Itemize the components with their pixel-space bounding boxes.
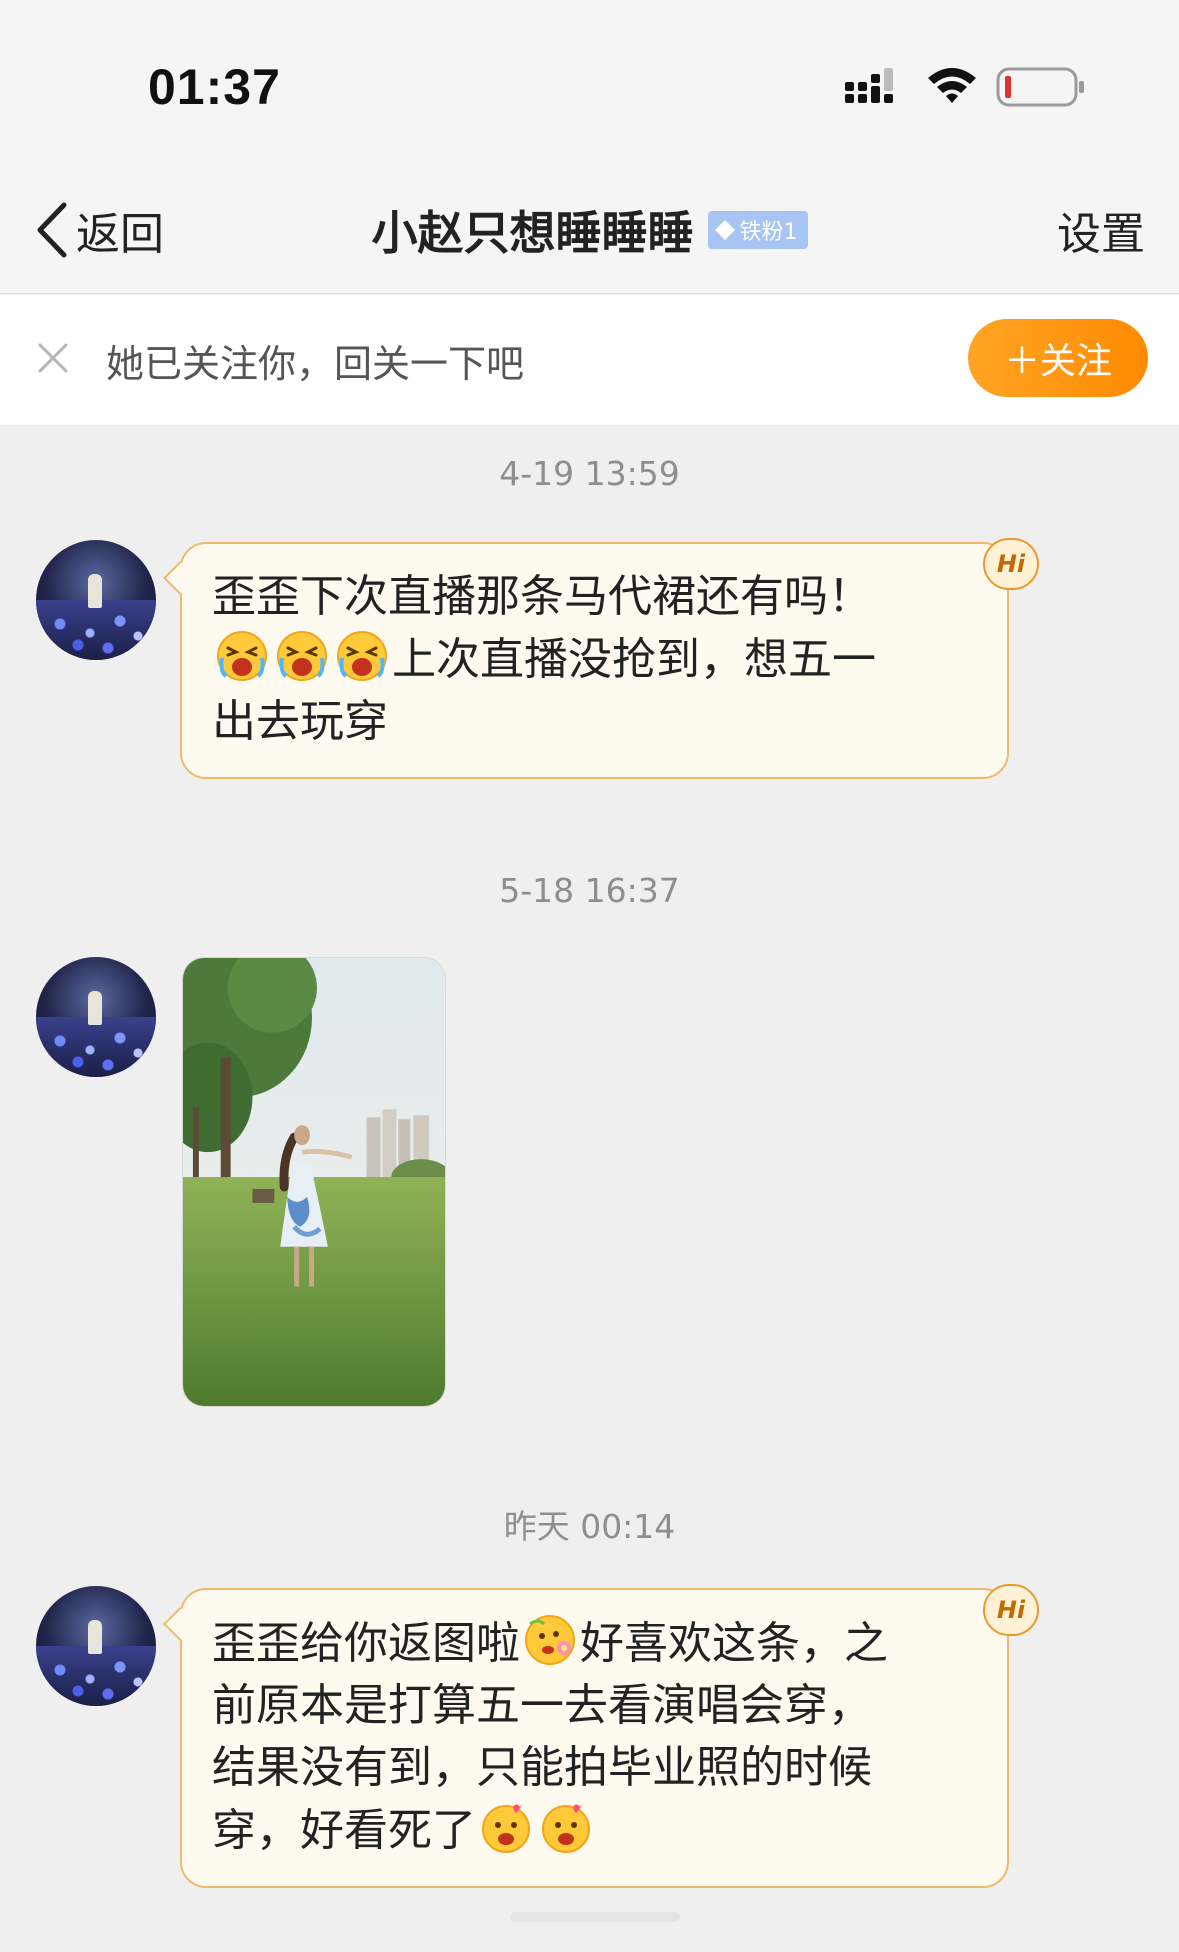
home-indicator	[510, 1912, 680, 1922]
avatar-crowd	[36, 600, 156, 660]
hi-badge: Hi	[983, 1584, 1039, 1636]
nav-bar: 返回 小赵只想睡睡睡 铁粉1 设置	[0, 160, 1179, 294]
avatar-crowd	[36, 1646, 156, 1706]
hi-badge: Hi	[983, 538, 1039, 590]
close-icon[interactable]	[36, 341, 70, 375]
fan-level-badge: 铁粉1	[707, 211, 808, 249]
message-text: 穿，好看死了	[212, 1805, 476, 1856]
message-line: 歪歪下次直播那条马代裙还有吗！	[212, 571, 872, 622]
chat-title: 小赵只想睡睡睡	[371, 206, 694, 260]
wifi-icon	[928, 68, 976, 103]
message-timestamp: 5-18 16:37	[499, 871, 680, 910]
avatar-figure	[88, 574, 102, 608]
message-text: 歪歪给你返图啦	[212, 1618, 520, 1669]
message-line: 上次直播没抢到，想五一	[212, 628, 977, 691]
heart-eyes-face-icon	[482, 1804, 530, 1853]
settings-button[interactable]: 设置	[1057, 200, 1145, 260]
bubble-tail	[163, 561, 197, 595]
message-text: 上次直播没抢到，想五一	[392, 634, 876, 685]
message-bubble[interactable]: Hi 歪歪给你返图啦 好喜欢这条，之 前原本是打算五一去看演唱会穿， 结果没有到…	[163, 1584, 1039, 1888]
message-line: 结果没有到，只能拍毕业照的时候	[212, 1742, 872, 1793]
avatar[interactable]	[36, 957, 156, 1077]
message-bubble[interactable]: Hi 歪歪下次直播那条马代裙还有吗！ 上次直播没抢到，想五一 出去玩穿	[163, 538, 1039, 779]
crying-face-icon	[277, 631, 327, 681]
bubble-tail	[163, 1607, 197, 1641]
flower-blush-icon	[525, 1615, 575, 1665]
message-text: 好喜欢这条，之	[580, 1618, 888, 1669]
message-timestamp: 4-19 13:59	[499, 454, 680, 493]
avatar-figure	[88, 1620, 102, 1654]
nav-title-group: 小赵只想睡睡睡 铁粉1	[0, 200, 1179, 260]
avatar[interactable]	[36, 540, 156, 660]
fan-badge-label: 铁粉1	[739, 220, 798, 245]
message-line: 歪歪给你返图啦 好喜欢这条，之	[212, 1612, 977, 1675]
crying-face-icon	[337, 631, 387, 681]
avatar-crowd	[36, 1017, 156, 1077]
diamond-icon	[714, 220, 735, 240]
shared-photo[interactable]	[182, 957, 446, 1407]
message-line: 前原本是打算五一去看演唱会穿，	[212, 1680, 872, 1731]
status-bar: 01:37	[0, 0, 1179, 160]
status-time: 01:37	[148, 59, 281, 115]
message-timestamp: 昨天 00:14	[503, 1507, 676, 1546]
crying-face-icon	[217, 631, 267, 681]
cellular-signal-icon	[845, 68, 893, 103]
battery-icon	[996, 67, 1084, 107]
message-line: 穿，好看死了	[212, 1799, 977, 1862]
follow-back-banner: 她已关注你，回关一下吧 ＋关注	[0, 295, 1179, 425]
avatar[interactable]	[36, 1586, 156, 1706]
follow-back-hint: 她已关注你，回关一下吧	[106, 342, 525, 386]
avatar-figure	[88, 991, 102, 1025]
follow-button[interactable]: ＋关注	[968, 319, 1148, 397]
heart-eyes-face-icon	[542, 1804, 590, 1853]
message-line: 出去玩穿	[212, 696, 388, 747]
